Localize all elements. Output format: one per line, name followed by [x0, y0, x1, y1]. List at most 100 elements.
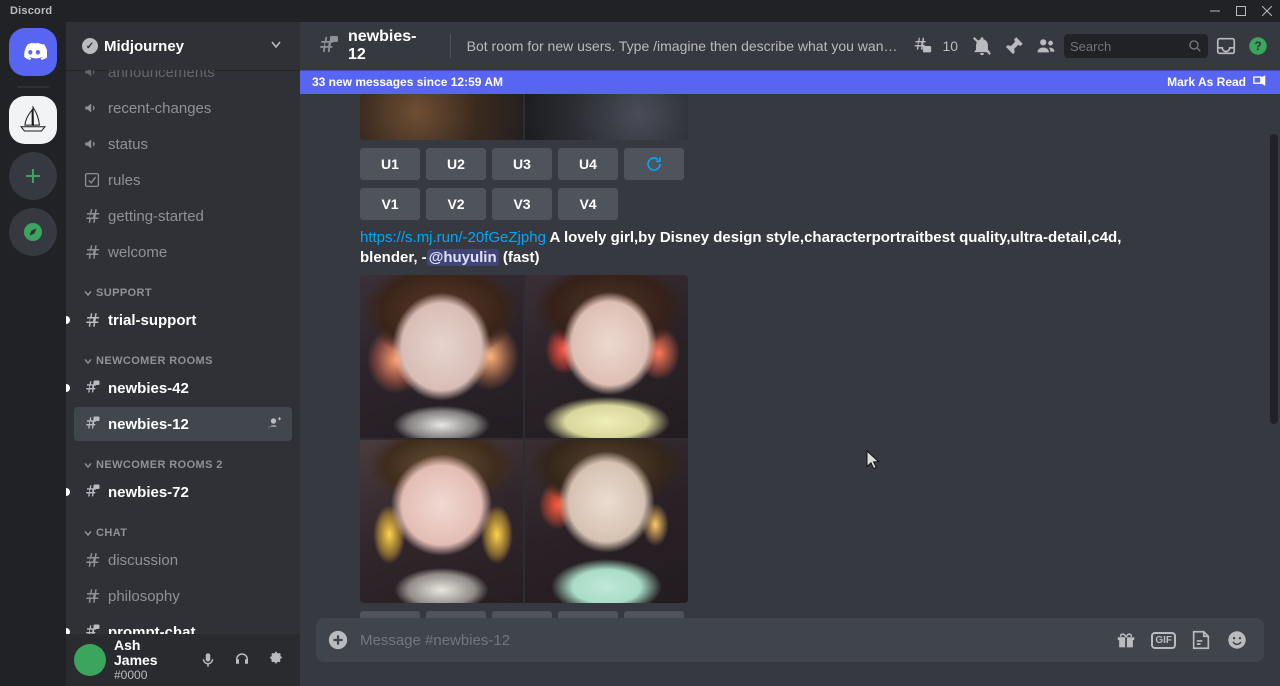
- unread-pill: [66, 384, 70, 392]
- pin-icon[interactable]: [1000, 32, 1028, 60]
- grid-cell-4[interactable]: [525, 440, 688, 603]
- variation-button-v1[interactable]: V1: [360, 188, 420, 220]
- members-icon[interactable]: [1032, 32, 1060, 60]
- plus-icon: [23, 166, 43, 186]
- sidebar-item-newbies-42[interactable]: newbies-42: [74, 371, 292, 405]
- prompt-message: https://s.mj.run/-20fGeZjphg A lovely gi…: [360, 228, 1180, 267]
- sticker-icon[interactable]: [1190, 629, 1212, 651]
- category-support[interactable]: SUPPORT: [74, 271, 292, 303]
- variation-button-v2[interactable]: V2: [426, 188, 486, 220]
- message-image-grid[interactable]: [360, 275, 688, 603]
- add-member-icon[interactable]: [266, 415, 284, 433]
- guild-name: Midjourney: [104, 38, 184, 55]
- maximize-button[interactable]: [1228, 0, 1254, 22]
- discord-home-button[interactable]: [9, 28, 57, 76]
- microphone-icon[interactable]: [192, 644, 224, 676]
- grid-cell-1[interactable]: [360, 275, 523, 438]
- category-newcomer-rooms-2[interactable]: NEWCOMER ROOMS 2: [74, 443, 292, 475]
- discord-logo-icon: [19, 38, 47, 66]
- sailboat-icon: [16, 103, 50, 137]
- channel-label: discussion: [108, 552, 178, 569]
- grid-cell-3[interactable]: [360, 440, 523, 603]
- upscale-button-u2[interactable]: U2: [426, 148, 486, 180]
- upscale-button-u3-b[interactable]: U3: [492, 611, 552, 618]
- message-image-grid-previous[interactable]: [360, 94, 688, 140]
- add-server-button[interactable]: [9, 152, 57, 200]
- prompt-reference-link[interactable]: https://s.mj.run/-20fGeZjphg: [360, 229, 546, 246]
- sidebar-item-rules[interactable]: rules: [74, 163, 292, 197]
- gift-icon[interactable]: [1115, 629, 1137, 651]
- upscale-button-u1[interactable]: U1: [360, 148, 420, 180]
- announcement-icon: [82, 98, 102, 118]
- search-input[interactable]: Search: [1064, 34, 1208, 58]
- new-messages-banner[interactable]: 33 new messages since 12:59 AM Mark As R…: [300, 70, 1280, 94]
- grid-cell[interactable]: [525, 94, 688, 140]
- headphones-icon[interactable]: [226, 644, 258, 676]
- category-label: NEWCOMER ROOMS 2: [96, 459, 223, 471]
- minimize-button[interactable]: [1202, 0, 1228, 22]
- message-composer[interactable]: Message #newbies-12 GIF: [316, 618, 1264, 662]
- variation-button-v4[interactable]: V4: [558, 188, 618, 220]
- server-rail: [0, 22, 66, 686]
- category-chat[interactable]: CHAT: [74, 511, 292, 543]
- hash-icon: [82, 550, 102, 570]
- upscale-button-row-1: U1 U2 U3 U4: [360, 148, 1264, 180]
- sidebar-item-getting-started[interactable]: getting-started: [74, 199, 292, 233]
- sidebar-item-prompt-chat[interactable]: prompt-chat: [74, 615, 292, 634]
- emoji-icon[interactable]: [1226, 629, 1248, 651]
- reroll-button[interactable]: [624, 148, 684, 180]
- message-input-placeholder: Message #newbies-12: [360, 632, 1115, 649]
- category-newcomer-rooms[interactable]: NEWCOMER ROOMS: [74, 339, 292, 371]
- upscale-button-u1-b[interactable]: U1: [360, 611, 420, 618]
- svg-text:?: ?: [1254, 39, 1261, 53]
- inbox-icon[interactable]: [1212, 32, 1240, 60]
- message-list[interactable]: U1 U2 U3 U4 V1 V2 V3 V4 https://s.mj.run…: [300, 94, 1280, 618]
- user-mention[interactable]: @huyulin: [427, 249, 499, 266]
- message-scrollbar[interactable]: [1270, 134, 1278, 424]
- server-icon-midjourney[interactable]: [9, 96, 57, 144]
- sidebar-item-recent-changes[interactable]: recent-changes: [74, 91, 292, 125]
- announcement-icon: [82, 134, 102, 154]
- variation-button-v3[interactable]: V3: [492, 188, 552, 220]
- window-titlebar: Discord: [0, 0, 1280, 22]
- sidebar-item-philosophy[interactable]: philosophy: [74, 579, 292, 613]
- sidebar-item-announcements[interactable]: announcements: [74, 70, 292, 89]
- chat-area: newbies-12 Bot room for new users. Type …: [300, 22, 1280, 686]
- avatar[interactable]: [74, 644, 106, 676]
- refresh-icon: [645, 155, 663, 173]
- channel-header: newbies-12 Bot room for new users. Type …: [300, 22, 1280, 70]
- upscale-button-u4-b[interactable]: U4: [558, 611, 618, 618]
- bell-muted-icon[interactable]: [968, 32, 996, 60]
- sidebar-item-newbies-12[interactable]: newbies-12: [74, 407, 292, 441]
- upscale-button-u2-b[interactable]: U2: [426, 611, 486, 618]
- help-icon[interactable]: ?: [1244, 32, 1272, 60]
- threads-icon[interactable]: [908, 32, 936, 60]
- mark-as-read-button[interactable]: Mark As Read: [1167, 74, 1268, 91]
- reroll-button-b[interactable]: [624, 611, 684, 618]
- sidebar-item-discussion[interactable]: discussion: [74, 543, 292, 577]
- rules-icon: [82, 170, 102, 190]
- chevron-down-icon[interactable]: [268, 36, 284, 56]
- close-button[interactable]: [1254, 0, 1280, 22]
- category-label: SUPPORT: [96, 287, 152, 299]
- gear-icon[interactable]: [260, 644, 292, 676]
- channel-topic[interactable]: Bot room for new users. Type /imagine th…: [467, 38, 901, 54]
- sidebar-item-trial-support[interactable]: trial-support: [74, 303, 292, 337]
- grid-cell-2[interactable]: [525, 275, 688, 438]
- sidebar-item-status[interactable]: status: [74, 127, 292, 161]
- channel-label: newbies-72: [108, 484, 189, 501]
- add-attachment-icon[interactable]: [316, 618, 360, 662]
- gif-icon[interactable]: GIF: [1151, 632, 1176, 649]
- unread-pill: [66, 316, 70, 324]
- channel-label: getting-started: [108, 208, 204, 225]
- upscale-button-u3[interactable]: U3: [492, 148, 552, 180]
- guild-header[interactable]: ✓ Midjourney: [66, 22, 300, 70]
- upscale-button-row-2: U1 U2 U3 U4: [360, 611, 1264, 618]
- thread-hash-icon: [82, 622, 102, 634]
- sidebar-item-welcome[interactable]: welcome: [74, 235, 292, 269]
- channel-list[interactable]: announcements recent-changes status: [66, 70, 300, 634]
- upscale-button-u4[interactable]: U4: [558, 148, 618, 180]
- sidebar-item-newbies-72[interactable]: newbies-72: [74, 475, 292, 509]
- grid-cell[interactable]: [360, 94, 523, 140]
- explore-servers-button[interactable]: [9, 208, 57, 256]
